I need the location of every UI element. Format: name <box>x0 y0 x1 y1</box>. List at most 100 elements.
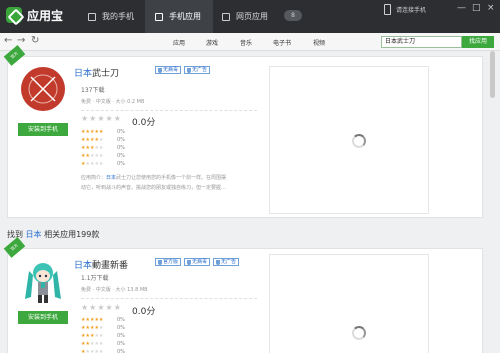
no-ads-tag: 无广告 <box>213 258 240 266</box>
install-button[interactable]: 安装到手机 <box>18 123 68 136</box>
rating-percent: 0% <box>117 324 125 331</box>
rating-percent: 0% <box>117 340 125 347</box>
search-result-summary: 找到 日本 相关应用199款 <box>7 229 99 240</box>
rating-percent: 0% <box>117 160 125 167</box>
loading-spinner-icon <box>352 134 366 148</box>
tag-list: 无病毒 无广告 <box>155 66 211 74</box>
app-meta: 免费 · 中文版 · 大小 13.8 MB <box>81 287 148 293</box>
title-keyword: 日本 <box>74 69 93 79</box>
rating-row-4: ★★★★★ 0% <box>81 324 125 331</box>
tab-my-phone[interactable]: 我的手机 <box>78 0 146 33</box>
screenshot-preview[interactable] <box>269 254 429 353</box>
rating-score: 0.0分 <box>132 307 156 317</box>
rating-row-4: ★★★★★ 0% <box>81 136 125 143</box>
category-ebooks[interactable]: 电子书 <box>273 38 291 47</box>
shield-icon <box>158 67 162 73</box>
bag-icon <box>155 12 163 21</box>
tag-label: 无病毒 <box>163 67 179 73</box>
shield-icon <box>187 67 192 73</box>
rating-percent: 0% <box>117 128 125 135</box>
desc-prefix: 应用简介： <box>81 175 107 181</box>
title-bar: 应用宝 我的手机 手机应用 网页应用 8 请连接手机 — □ × <box>0 0 500 33</box>
rating-percent: 0% <box>117 348 125 353</box>
screenshot-preview[interactable] <box>269 66 429 214</box>
app-logo-icon <box>6 7 22 23</box>
result-keyword: 日本 <box>25 230 42 239</box>
desc-keyword: 日本 <box>106 175 117 181</box>
app-title[interactable]: 日本動畫新番 <box>74 258 128 271</box>
divider <box>81 110 257 111</box>
rating-percent: 0% <box>117 136 125 143</box>
install-button[interactable]: 安装到手机 <box>18 311 68 324</box>
tag-label: 无病毒 <box>192 259 208 265</box>
scrollbar[interactable] <box>490 51 495 98</box>
category-games[interactable]: 游戏 <box>206 38 218 47</box>
download-count: 1.1万下载 <box>81 275 109 282</box>
app-card: 官方 安装到手机 日本動畫新番 官方版 无病毒 无广告 1.1万下载 免费 · … <box>3 237 483 353</box>
no-virus-tag: 无病毒 <box>155 66 182 74</box>
no-virus-tag: 无病毒 <box>184 258 211 266</box>
title-rest: 動畫新番 <box>92 261 129 271</box>
toolbar: ← → ↻ 应用 游戏 音乐 电子书 视频 日本武士刀 找应用 <box>0 33 500 51</box>
rating-percent: 0% <box>117 152 125 159</box>
app-meta: 免费 · 中文版 · 大小 0.2 MB <box>81 99 145 105</box>
tab-phone-apps[interactable]: 手机应用 <box>145 0 213 33</box>
app-name: 应用宝 <box>27 9 64 23</box>
rating-row-1: ★★★★★ 0% <box>81 160 125 167</box>
back-icon[interactable]: ← <box>4 35 12 46</box>
forward-icon[interactable]: → <box>17 35 25 46</box>
rating-stars: ★★★★★ <box>81 303 122 312</box>
tasks-badge[interactable]: 8 <box>284 10 302 21</box>
tab-label: 手机应用 <box>169 12 201 21</box>
rating-score: 0.0分 <box>132 118 156 128</box>
tag-label: 无广告 <box>192 67 208 73</box>
tab-label: 我的手机 <box>102 12 134 21</box>
tag-list: 官方版 无病毒 无广告 <box>155 258 240 266</box>
app-card: 官方 安装到手机 日本武士刀 无病毒 无广告 137下载 免费 · 中文版 · … <box>3 45 483 218</box>
rating-percent: 0% <box>117 332 125 339</box>
connect-phone-link[interactable]: 请连接手机 <box>396 5 426 14</box>
rating-percent: 0% <box>117 144 125 151</box>
web-icon <box>222 12 230 21</box>
phone-device-icon <box>384 4 391 15</box>
app-description: 应用简介：日本武士刀让您使用您的手机像一个剑一样。在周围摆 动它，听到战斗的声音… <box>81 173 257 193</box>
app-icon[interactable] <box>19 65 67 113</box>
title-rest: 武士刀 <box>92 69 120 79</box>
rating-row-2: ★★★★★ 0% <box>81 152 125 159</box>
rating-row-5: ★★★★★ 0% <box>81 316 125 323</box>
maximize-button[interactable]: □ <box>472 3 481 13</box>
result-suffix: 相关应用199款 <box>44 230 100 239</box>
rating-stars: ★★★★★ <box>81 114 122 123</box>
no-ads-tag: 无广告 <box>184 66 211 74</box>
tag-label: 官方版 <box>163 259 179 265</box>
desc-text: 武士刀让您使用您的手机像一个剑一样。在周围摆 <box>116 175 227 181</box>
search-button[interactable]: 找应用 <box>462 36 494 48</box>
rating-row-5: ★★★★★ 0% <box>81 128 125 135</box>
tag-label: 无广告 <box>221 259 237 265</box>
app-title[interactable]: 日本武士刀 <box>74 66 119 79</box>
close-button[interactable]: × <box>487 3 495 13</box>
desc-text: 动它，听到战斗的声音。挑战您的朋友或独自练习，但一定要握... <box>81 185 226 191</box>
app-icon[interactable] <box>19 257 67 305</box>
title-keyword: 日本 <box>74 261 93 271</box>
minimize-button[interactable]: — <box>457 3 466 13</box>
category-apps[interactable]: 应用 <box>173 38 185 47</box>
loading-spinner-icon <box>352 326 366 340</box>
rating-row-3: ★★★★★ 0% <box>81 144 125 151</box>
category-videos[interactable]: 视频 <box>313 38 325 47</box>
shield-icon <box>158 259 162 265</box>
divider <box>81 298 257 299</box>
rating-row-2: ★★★★★ 0% <box>81 340 125 347</box>
rating-row-3: ★★★★★ 0% <box>81 332 125 339</box>
rating-percent: 0% <box>117 316 125 323</box>
rating-row-1: ★★★★★ 0% <box>81 348 125 353</box>
search-input[interactable]: 日本武士刀 <box>381 36 462 48</box>
tab-label: 网页应用 <box>236 12 268 21</box>
refresh-icon[interactable]: ↻ <box>31 35 39 46</box>
official-corner-badge: 官方 <box>3 237 26 258</box>
download-count: 137下载 <box>81 87 105 94</box>
phone-icon <box>88 12 96 21</box>
category-music[interactable]: 音乐 <box>240 38 252 47</box>
shield-icon <box>187 259 192 265</box>
tab-web-apps[interactable]: 网页应用 <box>212 0 280 33</box>
